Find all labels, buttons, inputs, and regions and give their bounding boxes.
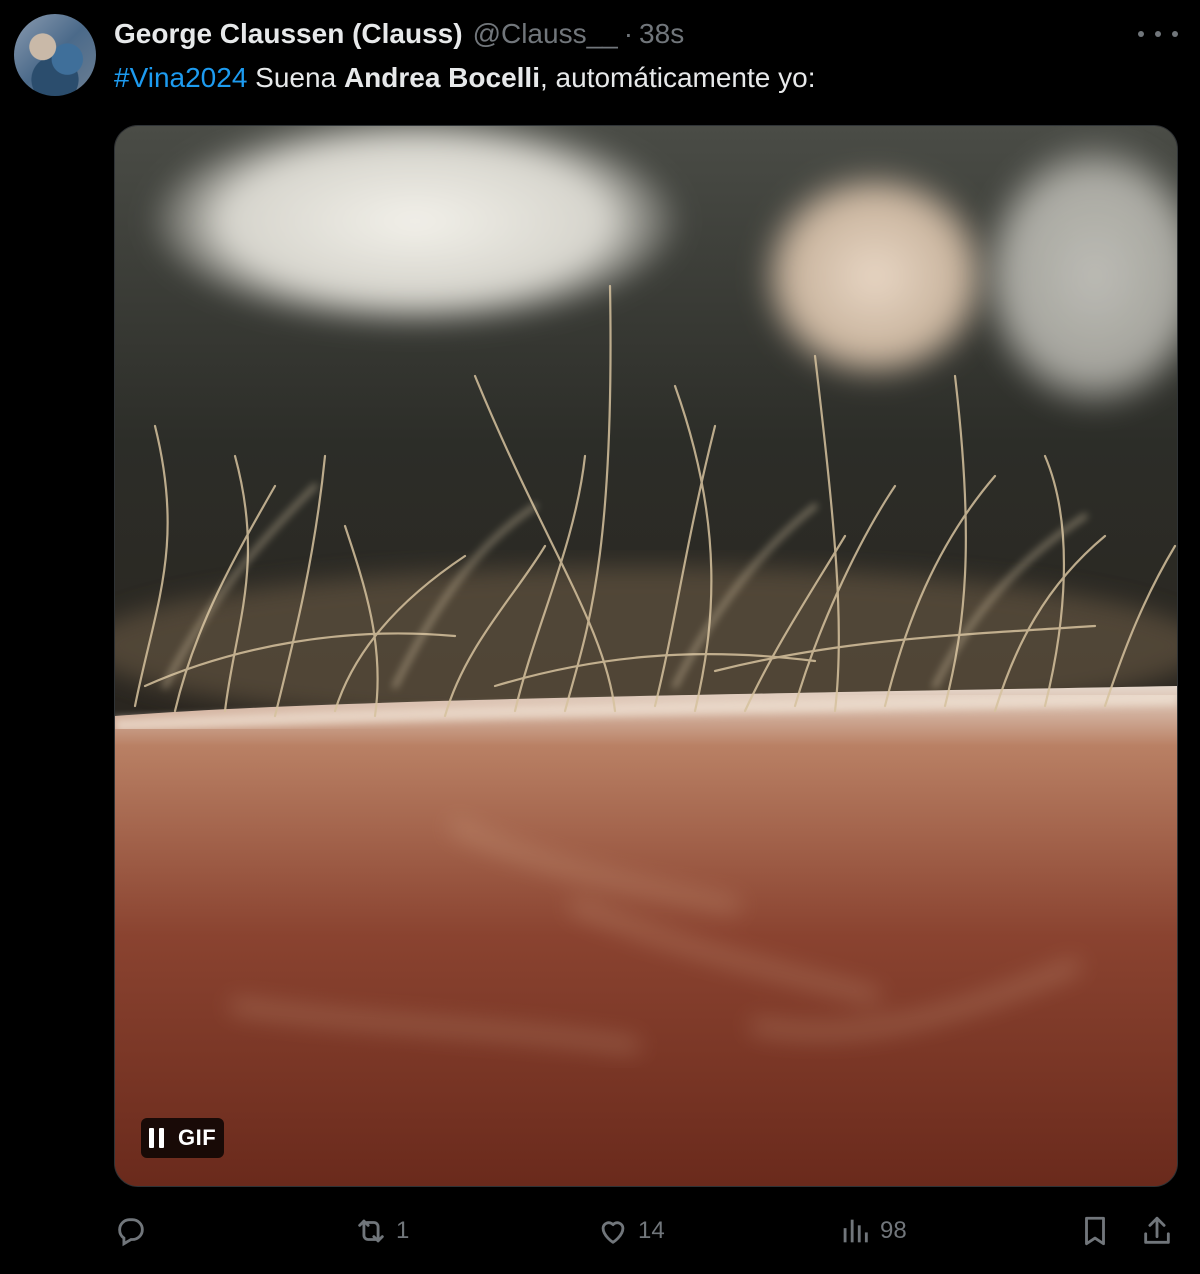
- bookmark-icon: [1085, 1216, 1105, 1246]
- retweet-icon: [358, 1219, 384, 1243]
- like-icon: [601, 1221, 625, 1244]
- views-button[interactable]: 98: [838, 1206, 907, 1256]
- tweet-text-bold: Andrea Bocelli: [343, 62, 540, 93]
- bookmark-button[interactable]: [1078, 1206, 1112, 1256]
- tweet-text-part: Suena: [247, 62, 344, 93]
- views-icon: [843, 1219, 868, 1243]
- gif-badge[interactable]: GIF: [141, 1118, 225, 1158]
- display-name[interactable]: George Claussen (Clauss): [114, 18, 463, 50]
- share-button[interactable]: [1140, 1206, 1174, 1256]
- separator-dot: ·: [623, 18, 634, 49]
- tweet-text-part: , automáticamente yo:: [540, 62, 816, 93]
- hashtag-link[interactable]: #Vina2024: [114, 62, 247, 94]
- timestamp[interactable]: 38s: [639, 18, 684, 50]
- like-count: 14: [638, 1217, 665, 1244]
- gif-label: GIF: [178, 1125, 217, 1150]
- user-handle[interactable]: @Clauss__: [473, 18, 618, 50]
- tweet-actions: 1 14 98: [114, 1206, 1176, 1256]
- gif-frame-image: [115, 126, 1177, 1186]
- view-count: 98: [880, 1217, 907, 1244]
- like-button[interactable]: 14: [596, 1206, 665, 1256]
- avatar[interactable]: [14, 14, 96, 96]
- tweet-header: George Claussen (Clauss) @Clauss__ · 38s: [114, 14, 684, 54]
- tweet-text: #Vina2024 Suena Andrea Bocelli, automáti…: [114, 56, 815, 100]
- share-icon: [1144, 1216, 1170, 1244]
- gif-media[interactable]: GIF: [114, 125, 1178, 1187]
- reply-icon: [118, 1218, 144, 1247]
- more-icon[interactable]: [1138, 22, 1178, 46]
- pause-icon[interactable]: [149, 1127, 164, 1149]
- retweet-count: 1: [396, 1217, 410, 1244]
- reply-button[interactable]: [114, 1206, 156, 1256]
- retweet-button[interactable]: 1: [354, 1206, 409, 1256]
